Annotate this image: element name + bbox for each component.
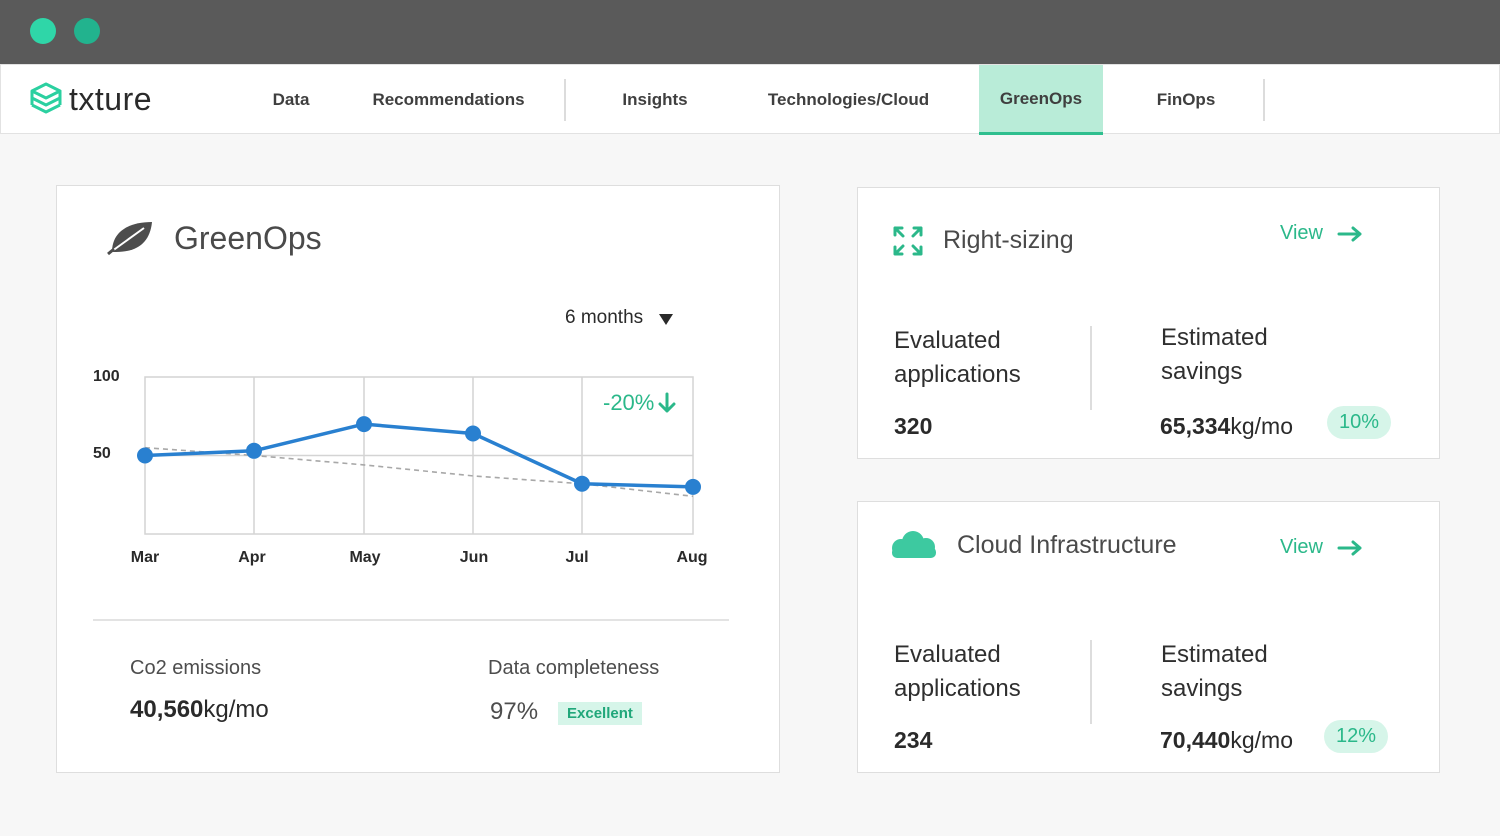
- savings-percent-badge: 10%: [1327, 406, 1392, 439]
- stack-logo-icon: [30, 82, 62, 113]
- savings-number: 65,334: [1160, 413, 1231, 439]
- chart-data-point: [685, 478, 701, 495]
- y-tick-label: 50: [93, 445, 111, 462]
- x-tick-label: Mar: [130, 549, 160, 566]
- window-control-dot[interactable]: [74, 18, 100, 44]
- cloud-icon: [892, 531, 936, 558]
- co2-emissions-value: 40,560kg/mo: [130, 696, 269, 724]
- caret-down-icon: [659, 313, 674, 325]
- leaf-icon: [107, 222, 152, 256]
- section-divider: [93, 619, 729, 621]
- co2-number: 40,560: [130, 696, 204, 723]
- x-tick-label: Jul: [565, 549, 589, 566]
- nav-item-technologies-cloud[interactable]: Technologies/Cloud: [746, 65, 951, 135]
- top-navbar: txture Data Recommendations Insights Tec…: [0, 64, 1500, 135]
- window-control-dot[interactable]: [30, 18, 56, 44]
- nav-item-insights[interactable]: Insights: [601, 65, 709, 135]
- delta-badge: -20%: [603, 390, 676, 416]
- chart-data-point: [137, 447, 153, 464]
- nav-item-finops[interactable]: FinOps: [1131, 65, 1241, 135]
- arrow-right-icon: [1337, 540, 1362, 555]
- period-dropdown[interactable]: 6 months: [565, 307, 674, 329]
- right-sizing-title: Right-sizing: [943, 226, 1074, 254]
- co2-unit: kg/mo: [203, 696, 269, 723]
- view-link-label: View: [1280, 222, 1323, 244]
- x-tick-label: Apr: [238, 549, 266, 566]
- x-tick-label: Jun: [459, 549, 489, 566]
- estimated-savings-value: 65,334kg/mo: [1160, 413, 1293, 440]
- chart-data-point: [356, 416, 372, 433]
- nav-divider: [1263, 79, 1265, 121]
- right-sizing-view-link[interactable]: View: [1280, 222, 1363, 245]
- period-dropdown-value: 6 months: [565, 307, 644, 328]
- savings-percent-badge: 12%: [1324, 720, 1389, 753]
- nav-item-greenops[interactable]: GreenOps: [979, 65, 1103, 135]
- metric-divider: [1090, 640, 1092, 724]
- metric-divider: [1090, 326, 1092, 410]
- savings-unit: kg/mo: [1230, 727, 1293, 753]
- x-tick-label: Aug: [676, 549, 708, 566]
- txture-logo[interactable]: txture: [29, 81, 152, 118]
- y-tick-label: 100: [93, 368, 120, 385]
- co2-emissions-label: Co2 emissions: [130, 657, 262, 679]
- chart-data-point: [246, 442, 262, 459]
- evaluated-applications-value: 234: [894, 727, 933, 753]
- chart-data-point: [574, 475, 590, 492]
- expand-arrows-icon: [893, 226, 923, 256]
- savings-number: 70,440: [1160, 727, 1231, 753]
- evaluated-applications-value: 320: [894, 413, 933, 439]
- nav-item-data[interactable]: Data: [251, 65, 331, 135]
- logo-text: txture: [69, 81, 153, 117]
- data-completeness-value: 97%: [490, 698, 539, 725]
- nav-item-recommendations[interactable]: Recommendations: [351, 65, 546, 135]
- data-completeness-label: Data completeness: [488, 657, 660, 679]
- arrow-down-icon: [658, 392, 676, 413]
- completeness-badge: Excellent: [558, 702, 642, 725]
- arrow-right-icon: [1337, 226, 1362, 241]
- evaluated-applications-label: Evaluated applications: [894, 327, 1021, 388]
- view-link-label: View: [1280, 536, 1323, 558]
- cloud-infrastructure-title: Cloud Infrastructure: [957, 531, 1177, 559]
- x-tick-label: May: [349, 549, 381, 566]
- evaluated-applications-label: Evaluated applications: [894, 641, 1021, 702]
- nav-divider: [564, 79, 566, 121]
- delta-value: -20%: [603, 390, 655, 415]
- estimated-savings-label: Estimated savings: [1161, 324, 1268, 385]
- chart-data-point: [465, 425, 481, 442]
- estimated-savings-label: Estimated savings: [1161, 641, 1268, 702]
- greenops-title: GreenOps: [174, 220, 322, 256]
- window-titlebar: [0, 0, 1500, 64]
- cloud-view-link[interactable]: View: [1280, 536, 1363, 559]
- estimated-savings-value: 70,440kg/mo: [1160, 727, 1293, 754]
- savings-unit: kg/mo: [1230, 413, 1293, 439]
